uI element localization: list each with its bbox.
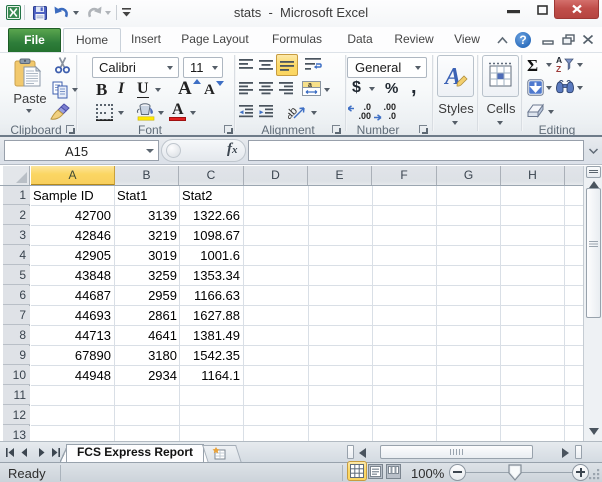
- svg-text:a: a: [308, 82, 312, 89]
- svg-text:Z: Z: [556, 64, 561, 74]
